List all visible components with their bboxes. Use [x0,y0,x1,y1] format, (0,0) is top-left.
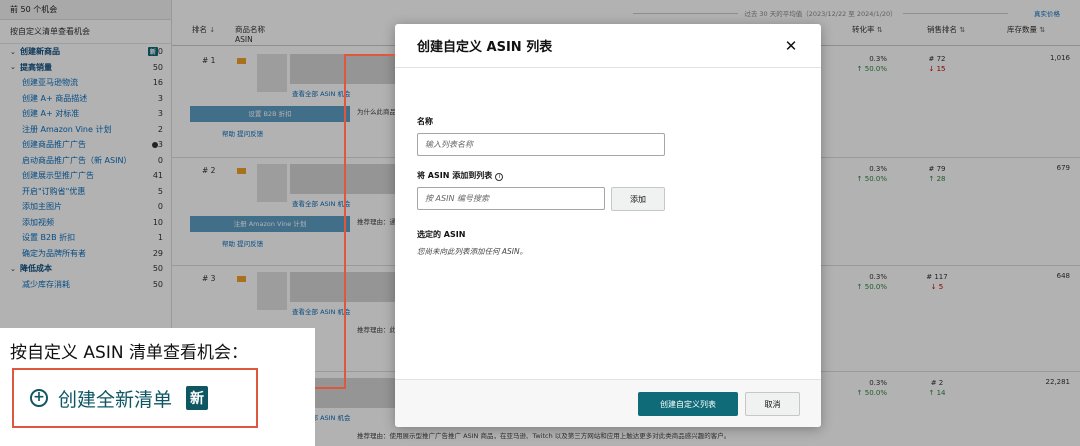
new-badge: 新 [186,386,209,410]
callout-title: 按自定义 ASIN 清单查看机会： [10,343,248,363]
list-name-input[interactable] [417,133,665,156]
plus-circle-icon: + [30,389,48,407]
close-icon[interactable]: ✕ [783,37,799,55]
empty-message: 您尚未向此列表添加任何 ASIN。 [417,247,528,256]
modal-title: 创建自定义 ASIN 列表 [417,40,553,55]
cancel-button[interactable]: 取消 [745,392,800,416]
asin-search-input[interactable] [417,187,605,210]
modal-header: 创建自定义 ASIN 列表 ✕ [395,24,821,68]
callout-link-text: 创建全新清单 [58,388,173,411]
create-asin-list-modal: 创建自定义 ASIN 列表 ✕ 名称 将 ASIN 添加到列表i 添加 选定的 … [395,24,821,427]
add-button[interactable]: 添加 [611,187,665,211]
modal-body: 名称 将 ASIN 添加到列表i 添加 选定的 ASIN 您尚未向此列表添加任何… [417,68,799,379]
asin-label: 将 ASIN 添加到列表 i [417,170,504,181]
selected-asin-label: 选定的 ASIN [417,230,466,239]
name-label: 名称 [417,117,433,126]
create-list-button[interactable]: 创建自定义列表 [638,392,738,416]
create-new-list-link[interactable]: + 创建全新清单 新 [12,368,258,428]
modal-footer: 创建自定义列表 取消 [395,379,821,427]
info-icon[interactable]: i [495,173,504,181]
zoom-callout: 按自定义 ASIN 清单查看机会： + 创建全新清单 新 [0,328,315,446]
